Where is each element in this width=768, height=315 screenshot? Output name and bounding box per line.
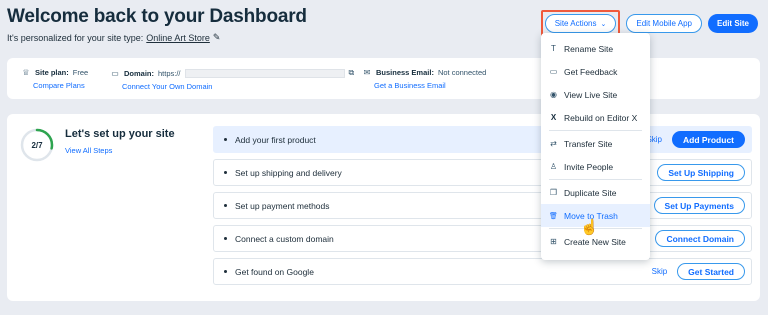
email-value: Not connected (437, 68, 487, 77)
domain-value: https:// (158, 68, 181, 78)
email-info: ✉ Business Email: Not connected Get a Bu… (362, 68, 487, 90)
menu-item-label: Rename Site (564, 43, 614, 54)
progress-count: 2/7 (31, 140, 43, 150)
editor-x-icon: X (550, 113, 557, 122)
set-up-payments-button[interactable]: Set Up Payments (653, 197, 745, 214)
setup-title: Let's set up your site (65, 128, 175, 140)
compare-plans-link[interactable]: Compare Plans (33, 81, 88, 90)
step-label: Set up shipping and delivery (235, 167, 342, 178)
menu-item-rename-site[interactable]: T Rename Site (541, 37, 650, 60)
add-product-button[interactable]: Add Product (672, 131, 745, 148)
menu-item-rebuild-editor-x[interactable]: X Rebuild on Editor X (541, 106, 650, 129)
step-actions: Connect Domain (655, 226, 745, 251)
skip-link[interactable]: Skip (652, 267, 668, 276)
bullet-icon (224, 237, 227, 240)
menu-item-label: Rebuild on Editor X (564, 112, 638, 123)
browser-icon: ▭ (111, 68, 119, 78)
site-type-link[interactable]: Online Art Store (146, 33, 210, 43)
header: Welcome back to your Dashboard It's pers… (7, 6, 307, 43)
menu-divider (549, 179, 642, 180)
menu-item-duplicate-site[interactable]: ❐ Duplicate Site (541, 181, 650, 204)
step-actions: Skip Add Product (646, 127, 745, 152)
pencil-icon[interactable]: ✎ (213, 32, 221, 43)
get-started-button[interactable]: Get Started (677, 263, 745, 280)
menu-item-view-live-site[interactable]: ◉ View Live Site (541, 83, 650, 106)
step-label: Add your first product (235, 134, 316, 145)
business-email-link[interactable]: Get a Business Email (374, 81, 486, 90)
bullet-icon (224, 138, 227, 141)
person-icon: ♙ (549, 162, 558, 171)
step-actions: Set Up Shipping (657, 160, 745, 185)
site-actions-label: Site Actions (554, 19, 597, 28)
menu-item-transfer-site[interactable]: ⇄ Transfer Site (541, 132, 650, 155)
bullet-icon (224, 270, 227, 273)
text-icon: T (551, 44, 556, 53)
set-up-shipping-button[interactable]: Set Up Shipping (657, 164, 745, 181)
menu-item-label: Duplicate Site (564, 187, 617, 198)
menu-item-label: View Live Site (564, 89, 618, 100)
edit-site-button[interactable]: Edit Site (707, 14, 758, 33)
external-link-icon[interactable]: ⧉ (349, 68, 355, 78)
site-plan-info: ♕ Site plan: Free Compare Plans (21, 68, 88, 90)
edit-mobile-app-button[interactable]: Edit Mobile App (626, 14, 702, 33)
step-add-product[interactable]: Add your first product Skip Add Product (213, 126, 752, 153)
view-all-steps-link[interactable]: View All Steps (65, 146, 112, 155)
site-actions-button[interactable]: Site Actions ⌄ (544, 14, 617, 33)
chat-icon: ▭ (549, 67, 558, 76)
step-label: Get found on Google (235, 266, 314, 277)
step-domain[interactable]: Connect a custom domain Connect Domain (213, 225, 752, 252)
step-seo[interactable]: Get found on Google Skip Get Started (213, 258, 752, 285)
site-type-line: It's personalized for your site type: On… (7, 32, 307, 43)
menu-item-get-feedback[interactable]: ▭ Get Feedback (541, 60, 650, 83)
add-site-icon: ⊞ (550, 237, 557, 246)
domain-url-redacted (184, 68, 345, 78)
step-label: Connect a custom domain (235, 233, 334, 244)
menu-item-label: Create New Site (564, 236, 626, 247)
mail-icon: ✉ (363, 68, 371, 77)
trash-icon: 🗑 (549, 212, 558, 220)
step-actions: Set Up Payments (653, 193, 745, 218)
step-label: Set up payment methods (235, 200, 330, 211)
hand-cursor-icon: ☝ (580, 219, 599, 236)
step-actions: Skip Get Started (652, 259, 745, 284)
plan-value: Free (72, 68, 89, 77)
bullet-icon (224, 204, 227, 207)
plan-label: Site plan: (35, 68, 69, 77)
step-payments[interactable]: Set up payment methods Set Up Payments (213, 192, 752, 219)
subtitle-text: It's personalized for your site type: (7, 32, 144, 43)
connect-domain-link[interactable]: Connect Your Own Domain (122, 82, 354, 91)
connect-domain-button[interactable]: Connect Domain (655, 230, 745, 247)
duplicate-icon: ❐ (549, 188, 558, 197)
menu-item-label: Invite People (564, 161, 614, 172)
setup-steps-list: Add your first product Skip Add Product … (213, 126, 752, 291)
menu-divider (549, 130, 642, 131)
bullet-icon (224, 171, 227, 174)
eye-icon: ◉ (550, 90, 557, 99)
menu-item-label: Get Feedback (564, 66, 618, 77)
menu-item-label: Transfer Site (564, 138, 613, 149)
menu-item-invite-people[interactable]: ♙ Invite People (541, 155, 650, 178)
step-shipping[interactable]: Set up shipping and delivery Set Up Ship… (213, 159, 752, 186)
plan-icon: ♕ (22, 68, 30, 77)
transfer-icon: ⇄ (550, 139, 557, 148)
email-label: Business Email: (376, 68, 434, 77)
page-title: Welcome back to your Dashboard (7, 6, 307, 27)
chevron-down-icon: ⌄ (600, 20, 607, 28)
domain-info: ▭ Domain: https:// ⧉ Connect Your Own Do… (110, 68, 354, 91)
domain-label: Domain: (124, 68, 154, 78)
